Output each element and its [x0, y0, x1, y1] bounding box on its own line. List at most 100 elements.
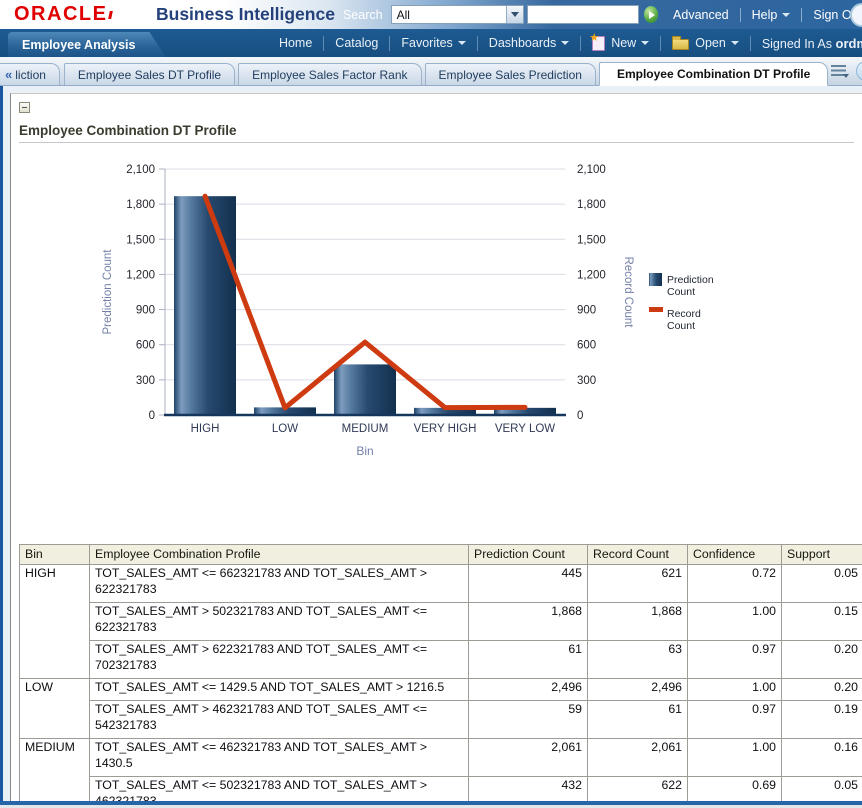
search-scope-select[interactable]: All	[391, 5, 524, 24]
advanced-link[interactable]: Advanced	[673, 8, 729, 22]
help-menu[interactable]: Help	[752, 8, 791, 22]
top-bar: ORACLE Business Intelligence Search All …	[0, 0, 862, 29]
tab-strip-icons	[831, 61, 862, 85]
nav-new[interactable]: New	[592, 36, 649, 51]
nav-favorites[interactable]: Favorites	[401, 36, 465, 50]
svg-text:HIGH: HIGH	[191, 423, 220, 435]
tab-employee-combination-dt-profile[interactable]: Employee Combination DT Profile	[599, 62, 828, 86]
nav-links: Home Catalog Favorites Dashboards New Op…	[279, 36, 862, 51]
divider	[660, 36, 661, 51]
svg-text:Count: Count	[667, 320, 695, 332]
svg-text:2,100: 2,100	[577, 164, 606, 176]
chevron-down-icon	[561, 41, 569, 45]
search-go-button[interactable]	[643, 5, 659, 24]
svg-text:Bin: Bin	[356, 444, 373, 458]
dashboard-content: Employee Combination DT Profile 00300300…	[10, 93, 862, 808]
table-row: LOWTOT_SALES_AMT <= 1429.5 AND TOT_SALES…	[20, 679, 862, 701]
record-count-cell: 1,868	[588, 603, 688, 641]
svg-text:1,800: 1,800	[577, 199, 606, 211]
confidence-cell: 1.00	[688, 679, 782, 701]
divider	[477, 36, 478, 51]
svg-text:MEDIUM: MEDIUM	[342, 423, 389, 435]
top-links: Advanced Help Sign Out	[673, 8, 862, 22]
dashboard-tab-employee-analysis[interactable]: Employee Analysis	[8, 32, 165, 57]
open-folder-icon	[672, 39, 689, 50]
tab-employee-sales-factor-rank[interactable]: Employee Sales Factor Rank	[238, 63, 421, 85]
nav-dashboards[interactable]: Dashboards	[489, 36, 569, 50]
nav-open[interactable]: Open	[672, 36, 739, 50]
collapse-section-icon[interactable]	[19, 102, 30, 113]
support-cell: 0.16	[782, 739, 862, 777]
scroll-tabs-left-icon[interactable]: «	[5, 67, 12, 82]
record-count-cell: 63	[588, 641, 688, 679]
title-rule	[19, 142, 854, 143]
page-tab-strip: « liction Employee Sales DT Profile Empl…	[0, 57, 862, 86]
bin-cell: HIGH	[20, 565, 90, 679]
search-input[interactable]	[527, 5, 639, 24]
col-profile: Employee Combination Profile	[90, 545, 469, 565]
clipped-round-icon	[850, 3, 862, 27]
prediction-count-cell: 1,868	[469, 603, 588, 641]
svg-text:1,800: 1,800	[126, 199, 155, 211]
divider	[389, 36, 390, 51]
page-options-list-icon[interactable]	[831, 65, 846, 76]
svg-text:Count: Count	[667, 286, 695, 298]
nav-catalog[interactable]: Catalog	[335, 36, 378, 50]
chevron-down-icon	[511, 12, 519, 17]
support-cell: 0.15	[782, 603, 862, 641]
svg-text:600: 600	[577, 340, 596, 352]
chart-area: 003003006006009009001,2001,2001,5001,500…	[93, 155, 862, 472]
prediction-count-cell: 2,496	[469, 679, 588, 701]
table-row: TOT_SALES_AMT > 462321783 AND TOT_SALES_…	[20, 701, 862, 739]
prediction-count-cell: 59	[469, 701, 588, 739]
record-count-cell: 2,061	[588, 739, 688, 777]
chevron-down-icon	[782, 13, 790, 17]
nav-home[interactable]: Home	[279, 36, 312, 50]
signed-in-status: Signed In As ordm	[762, 36, 862, 51]
divider	[801, 8, 802, 22]
search-scope-value: All	[392, 8, 506, 22]
chevron-down-icon	[458, 41, 466, 45]
page-frame-left-border	[0, 86, 3, 808]
oracle-logo: ORACLE	[14, 3, 107, 26]
col-confidence: Confidence	[688, 545, 782, 565]
prediction-count-cell: 445	[469, 565, 588, 603]
profile-cell: TOT_SALES_AMT > 502321783 AND TOT_SALES_…	[90, 603, 469, 641]
svg-text:900: 900	[136, 305, 155, 317]
svg-text:LOW: LOW	[272, 423, 298, 435]
search-scope-dropdown-button[interactable]	[506, 6, 523, 23]
svg-text:600: 600	[136, 340, 155, 352]
page-title: Employee Combination DT Profile	[19, 123, 862, 138]
confidence-cell: 0.97	[688, 701, 782, 739]
divider	[750, 36, 751, 51]
confidence-cell: 1.00	[688, 739, 782, 777]
tab-prediction-truncated[interactable]: « liction	[0, 63, 60, 85]
svg-text:Record: Record	[667, 308, 701, 320]
table-row: TOT_SALES_AMT > 502321783 AND TOT_SALES_…	[20, 603, 862, 641]
col-bin: Bin	[20, 545, 90, 565]
chevron-down-icon	[641, 41, 649, 45]
record-count-cell: 621	[588, 565, 688, 603]
svg-text:1,500: 1,500	[126, 234, 155, 246]
oracle-logo-mark-icon	[109, 11, 113, 19]
table-row: MEDIUMTOT_SALES_AMT <= 462321783 AND TOT…	[20, 739, 862, 777]
product-title: Business Intelligence	[156, 4, 335, 25]
svg-text:300: 300	[136, 375, 155, 387]
support-cell: 0.05	[782, 565, 862, 603]
tab-employee-sales-prediction[interactable]: Employee Sales Prediction	[425, 63, 596, 85]
divider	[580, 36, 581, 51]
divider	[740, 8, 741, 22]
profile-cell: TOT_SALES_AMT > 622321783 AND TOT_SALES_…	[90, 641, 469, 679]
svg-text:0: 0	[577, 410, 583, 422]
search-label: Search	[343, 8, 383, 22]
results-table-body: HIGHTOT_SALES_AMT <= 662321783 AND TOT_S…	[20, 565, 862, 808]
record-count-cell: 61	[588, 701, 688, 739]
svg-text:Prediction Count: Prediction Count	[102, 249, 114, 335]
tab-employee-sales-dt-profile[interactable]: Employee Sales DT Profile	[64, 63, 235, 85]
svg-text:1,200: 1,200	[577, 269, 606, 281]
results-table: Bin Employee Combination Profile Predict…	[19, 544, 862, 808]
svg-text:VERY HIGH: VERY HIGH	[414, 423, 477, 435]
record-count-cell: 2,496	[588, 679, 688, 701]
svg-text:Prediction: Prediction	[667, 274, 714, 286]
prediction-count-cell: 2,061	[469, 739, 588, 777]
